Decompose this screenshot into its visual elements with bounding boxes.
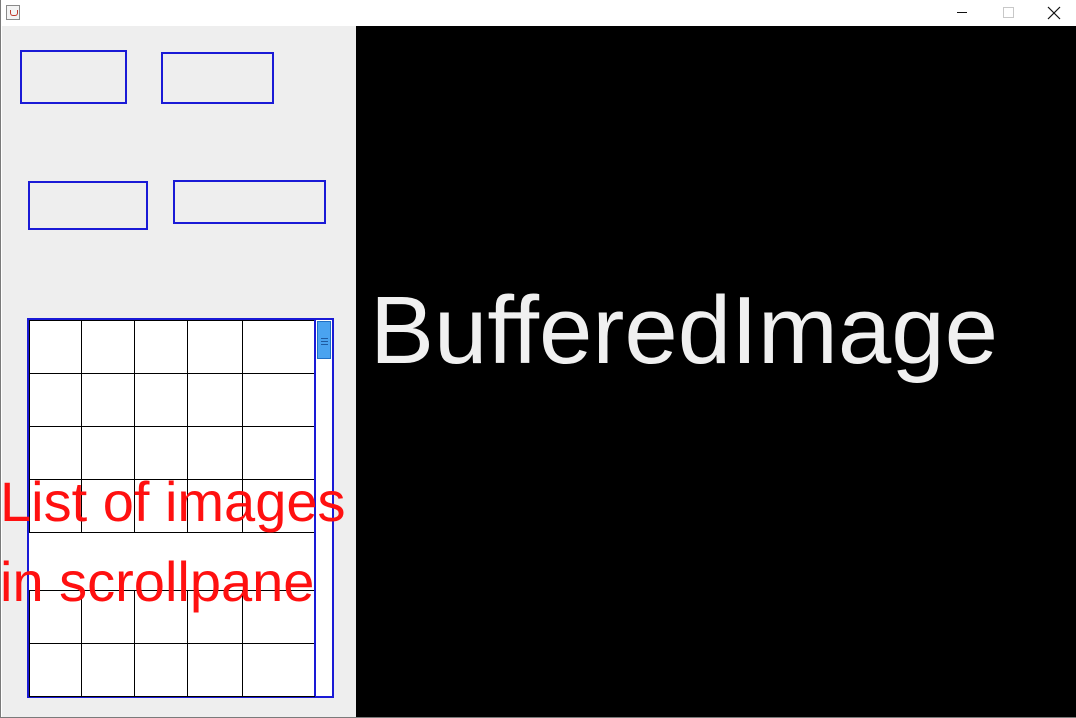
image-thumbnail-cell[interactable] — [134, 373, 188, 427]
app-window: List of images in scrollpane BufferedIma… — [0, 0, 1076, 718]
image-thumbnail-grid — [29, 320, 315, 697]
image-thumbnail-cell[interactable] — [29, 643, 82, 697]
image-thumbnail-cell[interactable] — [81, 426, 135, 480]
input-field-2[interactable] — [161, 52, 274, 104]
image-thumbnail-cell[interactable] — [29, 479, 82, 533]
maximize-button[interactable] — [985, 0, 1031, 26]
minimize-button[interactable] — [939, 0, 985, 26]
image-thumbnail-cell[interactable] — [134, 426, 188, 480]
image-thumbnail-cell[interactable] — [187, 479, 243, 533]
input-field-4[interactable] — [173, 180, 326, 224]
image-thumbnail-cell[interactable] — [242, 590, 315, 644]
image-thumbnail-cell[interactable] — [187, 373, 243, 427]
scrollbar-thumb[interactable] — [317, 321, 331, 359]
image-thumbnail-cell[interactable] — [242, 426, 315, 480]
image-thumbnail-cell[interactable] — [81, 373, 135, 427]
image-thumbnail-cell[interactable] — [187, 426, 243, 480]
close-button[interactable] — [1031, 0, 1076, 26]
image-thumbnail-cell[interactable] — [29, 373, 82, 427]
java-cup-icon[interactable] — [6, 5, 20, 20]
image-thumbnail-cell[interactable] — [29, 590, 82, 644]
image-thumbnail-cell[interactable] — [134, 320, 188, 374]
image-thumbnail-cell[interactable] — [242, 643, 315, 697]
image-thumbnail-cell[interactable] — [81, 320, 135, 374]
image-thumbnail-cell[interactable] — [187, 320, 243, 374]
image-thumbnail-cell[interactable] — [187, 643, 243, 697]
vertical-scrollbar[interactable] — [314, 320, 332, 696]
title-bar[interactable] — [1, 0, 1076, 26]
image-thumbnail-cell[interactable] — [187, 590, 243, 644]
image-thumbnail-cell[interactable] — [81, 590, 135, 644]
image-thumbnail-cell[interactable] — [242, 479, 315, 533]
image-thumbnail-cell[interactable] — [134, 590, 188, 644]
image-list-scrollpane[interactable] — [27, 318, 334, 698]
canvas-label: BufferedImage — [370, 277, 998, 384]
input-field-3[interactable] — [28, 181, 148, 230]
image-thumbnail-cell[interactable] — [134, 643, 188, 697]
image-thumbnail-cell[interactable] — [242, 373, 315, 427]
image-thumbnail-cell[interactable] — [81, 643, 135, 697]
input-field-1[interactable] — [20, 50, 127, 104]
buffered-image-canvas[interactable]: BufferedImage — [356, 26, 1076, 717]
image-thumbnail-cell[interactable] — [242, 320, 315, 374]
image-thumbnail-cell[interactable] — [29, 320, 82, 374]
image-thumbnail-cell[interactable] — [29, 426, 82, 480]
close-icon — [1047, 6, 1061, 20]
image-thumbnail-cell[interactable] — [81, 479, 135, 533]
control-panel: List of images in scrollpane — [0, 26, 356, 717]
image-thumbnail-cell[interactable] — [134, 479, 188, 533]
